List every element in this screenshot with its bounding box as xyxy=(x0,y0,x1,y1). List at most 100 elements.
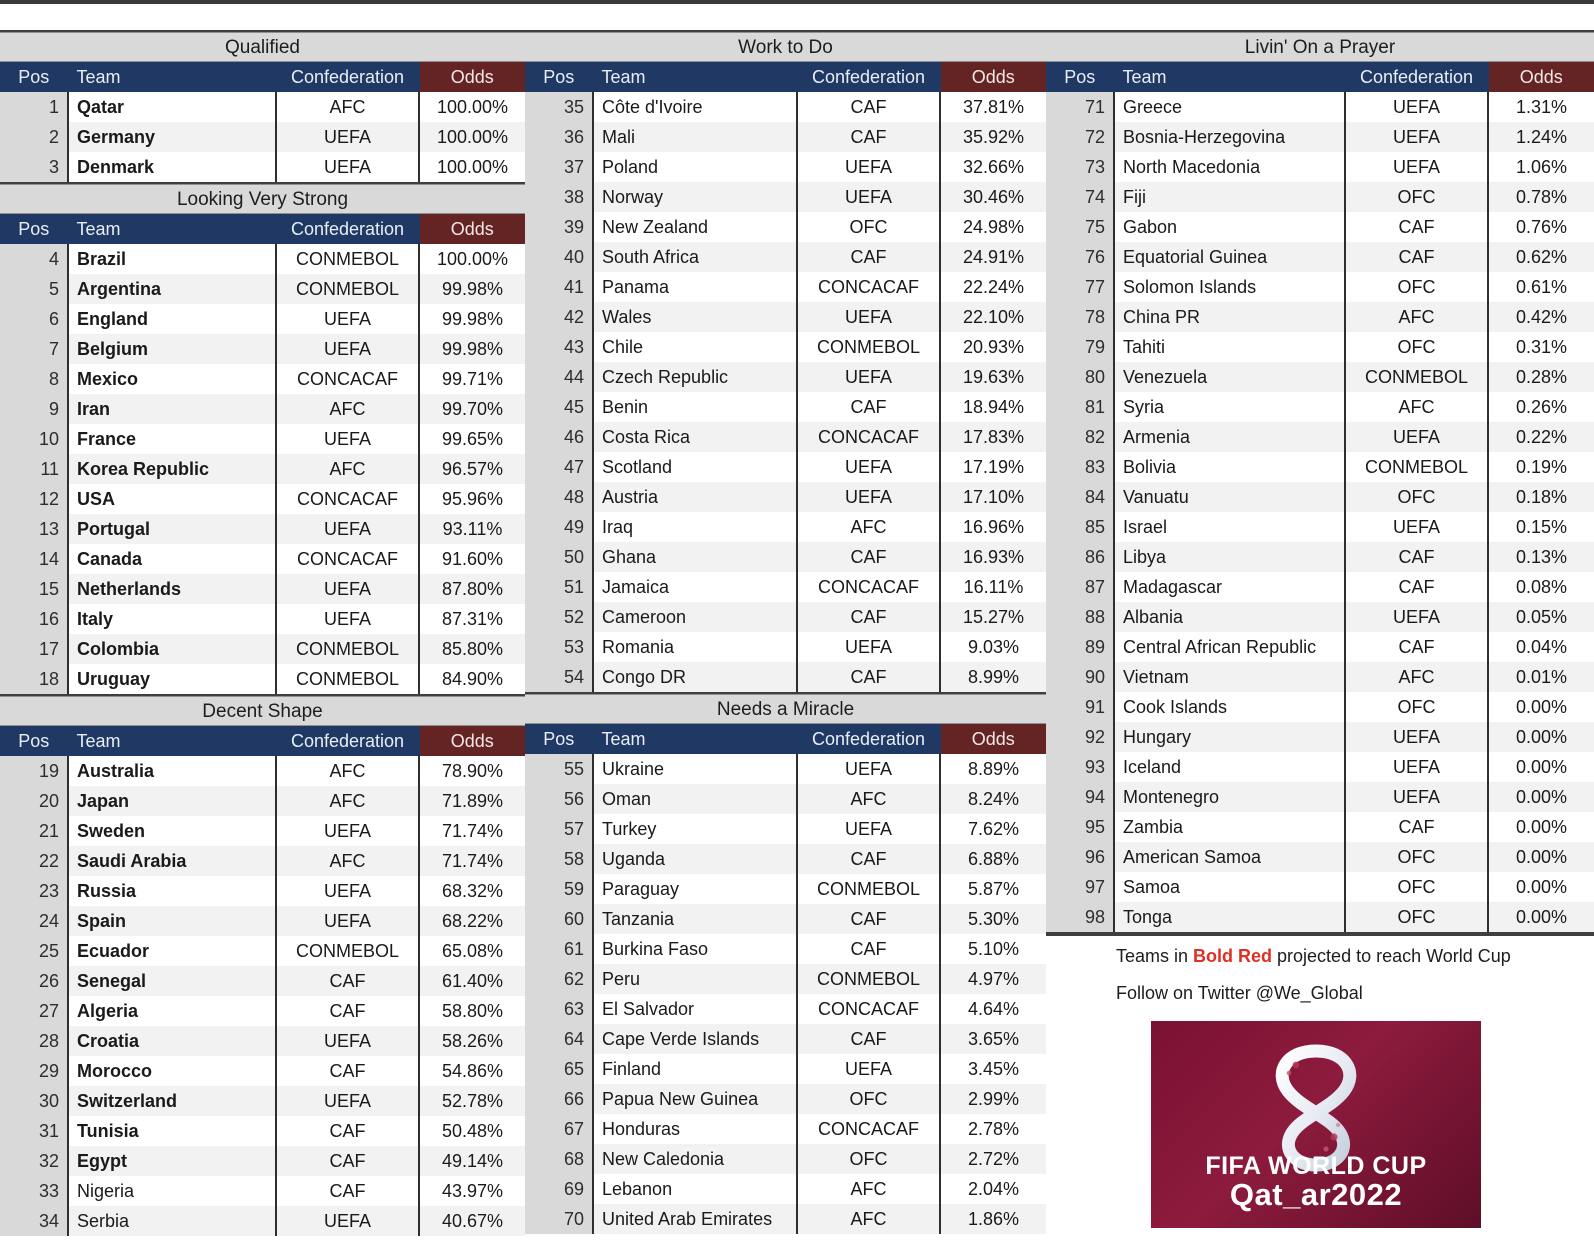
table-row[interactable]: 82 Armenia UEFA 0.22% xyxy=(1046,422,1594,452)
table-row[interactable]: 66 Papua New Guinea OFC 2.99% xyxy=(525,1084,1046,1114)
table-row[interactable]: 78 China PR AFC 0.42% xyxy=(1046,302,1594,332)
table-row[interactable]: 81 Syria AFC 0.26% xyxy=(1046,392,1594,422)
table-row[interactable]: 69 Lebanon AFC 2.04% xyxy=(525,1174,1046,1204)
table-row[interactable]: 6 England UEFA 99.98% xyxy=(0,304,525,334)
table-row[interactable]: 64 Cape Verde Islands CAF 3.65% xyxy=(525,1024,1046,1054)
table-row[interactable]: 54 Congo DR CAF 8.99% xyxy=(525,662,1046,692)
col-header-pos[interactable]: Pos xyxy=(525,724,594,754)
table-row[interactable]: 39 New Zealand OFC 24.98% xyxy=(525,212,1046,242)
table-row[interactable]: 22 Saudi Arabia AFC 71.74% xyxy=(0,846,525,876)
col-header-pos[interactable]: Pos xyxy=(525,62,594,92)
table-row[interactable]: 79 Tahiti OFC 0.31% xyxy=(1046,332,1594,362)
table-row[interactable]: 49 Iraq AFC 16.96% xyxy=(525,512,1046,542)
table-row[interactable]: 14 Canada CONCACAF 91.60% xyxy=(0,544,525,574)
col-header-confederation[interactable]: Confederation xyxy=(797,62,941,92)
table-row[interactable]: 65 Finland UEFA 3.45% xyxy=(525,1054,1046,1084)
table-row[interactable]: 45 Benin CAF 18.94% xyxy=(525,392,1046,422)
table-row[interactable]: 19 Australia AFC 78.90% xyxy=(0,756,525,786)
table-row[interactable]: 29 Morocco CAF 54.86% xyxy=(0,1056,525,1086)
table-row[interactable]: 87 Madagascar CAF 0.08% xyxy=(1046,572,1594,602)
table-row[interactable]: 9 Iran AFC 99.70% xyxy=(0,394,525,424)
col-header-team[interactable]: Team xyxy=(1114,62,1346,92)
table-row[interactable]: 37 Poland UEFA 32.66% xyxy=(525,152,1046,182)
table-row[interactable]: 96 American Samoa OFC 0.00% xyxy=(1046,842,1594,872)
table-row[interactable]: 31 Tunisia CAF 50.48% xyxy=(0,1116,525,1146)
table-row[interactable]: 92 Hungary UEFA 0.00% xyxy=(1046,722,1594,752)
table-row[interactable]: 55 Ukraine UEFA 8.89% xyxy=(525,754,1046,784)
table-row[interactable]: 42 Wales UEFA 22.10% xyxy=(525,302,1046,332)
table-row[interactable]: 2 Germany UEFA 100.00% xyxy=(0,122,525,152)
table-row[interactable]: 4 Brazil CONMEBOL 100.00% xyxy=(0,244,525,274)
table-row[interactable]: 61 Burkina Faso CAF 5.10% xyxy=(525,934,1046,964)
table-row[interactable]: 8 Mexico CONCACAF 99.71% xyxy=(0,364,525,394)
col-header-confederation[interactable]: Confederation xyxy=(276,214,420,244)
table-row[interactable]: 43 Chile CONMEBOL 20.93% xyxy=(525,332,1046,362)
col-header-team[interactable]: Team xyxy=(68,726,277,756)
table-row[interactable]: 30 Switzerland UEFA 52.78% xyxy=(0,1086,525,1116)
table-row[interactable]: 74 Fiji OFC 0.78% xyxy=(1046,182,1594,212)
table-row[interactable]: 25 Ecuador CONMEBOL 65.08% xyxy=(0,936,525,966)
table-row[interactable]: 90 Vietnam AFC 0.01% xyxy=(1046,662,1594,692)
table-row[interactable]: 32 Egypt CAF 49.14% xyxy=(0,1146,525,1176)
table-row[interactable]: 10 France UEFA 99.65% xyxy=(0,424,525,454)
table-row[interactable]: 72 Bosnia-Herzegovina UEFA 1.24% xyxy=(1046,122,1594,152)
table-row[interactable]: 16 Italy UEFA 87.31% xyxy=(0,604,525,634)
table-row[interactable]: 58 Uganda CAF 6.88% xyxy=(525,844,1046,874)
table-row[interactable]: 91 Cook Islands OFC 0.00% xyxy=(1046,692,1594,722)
col-header-odds[interactable]: Odds xyxy=(419,726,525,756)
table-row[interactable]: 50 Ghana CAF 16.93% xyxy=(525,542,1046,572)
col-header-odds[interactable]: Odds xyxy=(419,62,525,92)
table-row[interactable]: 76 Equatorial Guinea CAF 0.62% xyxy=(1046,242,1594,272)
table-row[interactable]: 23 Russia UEFA 68.32% xyxy=(0,876,525,906)
table-row[interactable]: 36 Mali CAF 35.92% xyxy=(525,122,1046,152)
table-row[interactable]: 63 El Salvador CONCACAF 4.64% xyxy=(525,994,1046,1024)
col-header-team[interactable]: Team xyxy=(68,62,277,92)
table-row[interactable]: 80 Venezuela CONMEBOL 0.28% xyxy=(1046,362,1594,392)
table-row[interactable]: 73 North Macedonia UEFA 1.06% xyxy=(1046,152,1594,182)
table-row[interactable]: 93 Iceland UEFA 0.00% xyxy=(1046,752,1594,782)
table-row[interactable]: 86 Libya CAF 0.13% xyxy=(1046,542,1594,572)
table-row[interactable]: 35 Côte d'Ivoire CAF 37.81% xyxy=(525,92,1046,122)
table-row[interactable]: 3 Denmark UEFA 100.00% xyxy=(0,152,525,182)
col-header-team[interactable]: Team xyxy=(68,214,277,244)
col-header-pos[interactable]: Pos xyxy=(0,62,69,92)
table-row[interactable]: 44 Czech Republic UEFA 19.63% xyxy=(525,362,1046,392)
table-row[interactable]: 97 Samoa OFC 0.00% xyxy=(1046,872,1594,902)
table-row[interactable]: 46 Costa Rica CONCACAF 17.83% xyxy=(525,422,1046,452)
table-row[interactable]: 7 Belgium UEFA 99.98% xyxy=(0,334,525,364)
table-row[interactable]: 83 Bolivia CONMEBOL 0.19% xyxy=(1046,452,1594,482)
table-row[interactable]: 20 Japan AFC 71.89% xyxy=(0,786,525,816)
table-row[interactable]: 62 Peru CONMEBOL 4.97% xyxy=(525,964,1046,994)
table-row[interactable]: 38 Norway UEFA 30.46% xyxy=(525,182,1046,212)
col-header-pos[interactable]: Pos xyxy=(0,214,69,244)
col-header-odds[interactable]: Odds xyxy=(419,214,525,244)
table-row[interactable]: 51 Jamaica CONCACAF 16.11% xyxy=(525,572,1046,602)
table-row[interactable]: 34 Serbia UEFA 40.67% xyxy=(0,1206,525,1236)
table-row[interactable]: 33 Nigeria CAF 43.97% xyxy=(0,1176,525,1206)
table-row[interactable]: 84 Vanuatu OFC 0.18% xyxy=(1046,482,1594,512)
table-row[interactable]: 52 Cameroon CAF 15.27% xyxy=(525,602,1046,632)
col-header-confederation[interactable]: Confederation xyxy=(276,62,420,92)
table-row[interactable]: 15 Netherlands UEFA 87.80% xyxy=(0,574,525,604)
table-row[interactable]: 12 USA CONCACAF 95.96% xyxy=(0,484,525,514)
table-row[interactable]: 98 Tonga OFC 0.00% xyxy=(1046,902,1594,932)
table-row[interactable]: 53 Romania UEFA 9.03% xyxy=(525,632,1046,662)
table-row[interactable]: 26 Senegal CAF 61.40% xyxy=(0,966,525,996)
col-header-pos[interactable]: Pos xyxy=(0,726,69,756)
table-row[interactable]: 5 Argentina CONMEBOL 99.98% xyxy=(0,274,525,304)
table-row[interactable]: 57 Turkey UEFA 7.62% xyxy=(525,814,1046,844)
table-row[interactable]: 27 Algeria CAF 58.80% xyxy=(0,996,525,1026)
table-row[interactable]: 70 United Arab Emirates AFC 1.86% xyxy=(525,1204,1046,1234)
table-row[interactable]: 89 Central African Republic CAF 0.04% xyxy=(1046,632,1594,662)
table-row[interactable]: 40 South Africa CAF 24.91% xyxy=(525,242,1046,272)
table-row[interactable]: 24 Spain UEFA 68.22% xyxy=(0,906,525,936)
col-header-odds[interactable]: Odds xyxy=(940,62,1046,92)
col-header-team[interactable]: Team xyxy=(593,62,798,92)
table-row[interactable]: 95 Zambia CAF 0.00% xyxy=(1046,812,1594,842)
table-row[interactable]: 77 Solomon Islands OFC 0.61% xyxy=(1046,272,1594,302)
col-header-team[interactable]: Team xyxy=(593,724,798,754)
col-header-confederation[interactable]: Confederation xyxy=(276,726,420,756)
col-header-confederation[interactable]: Confederation xyxy=(797,724,941,754)
table-row[interactable]: 41 Panama CONCACAF 22.24% xyxy=(525,272,1046,302)
table-row[interactable]: 1 Qatar AFC 100.00% xyxy=(0,92,525,122)
